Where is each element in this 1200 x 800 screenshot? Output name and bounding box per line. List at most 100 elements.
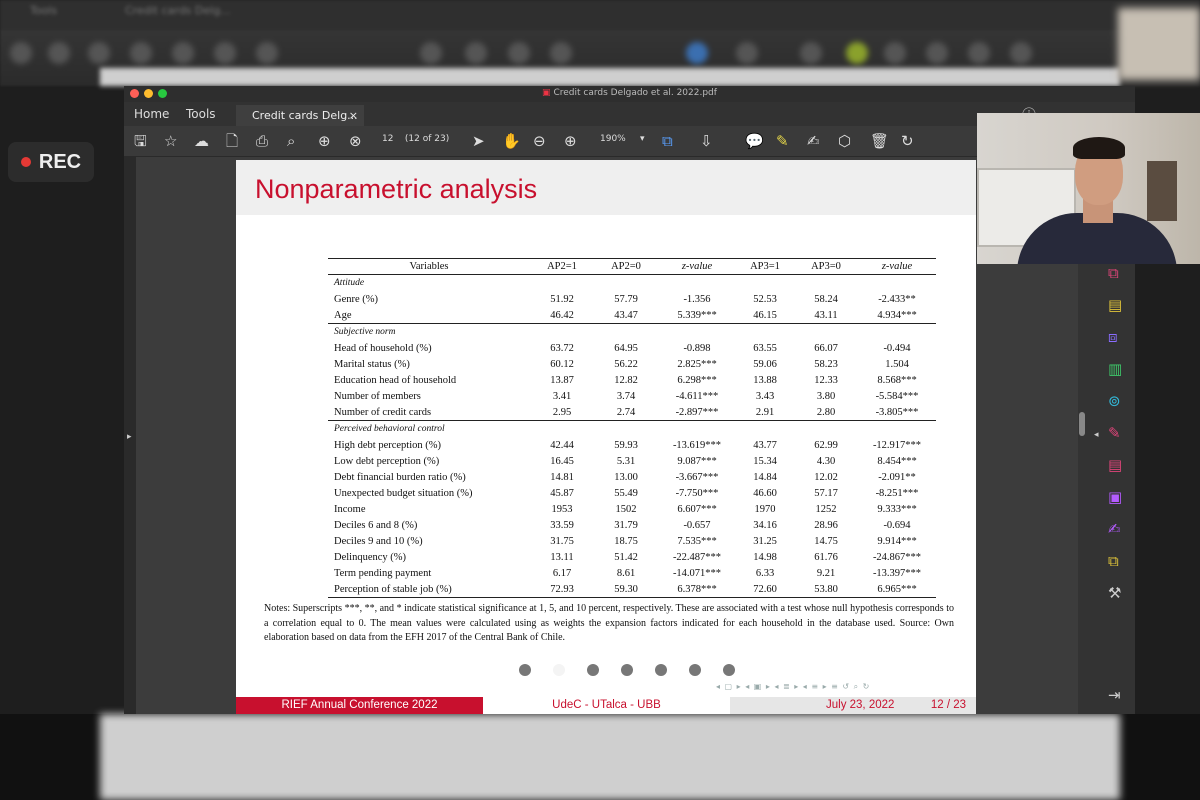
value-cell: 9.333*** (877, 503, 917, 515)
value-cell: 34.16 (753, 519, 777, 531)
beamer-navigation-icons[interactable]: ◂ ▢ ▸ ◂ ▣ ▸ ◂ ≣ ▸ ◂ ≡ ▸ ≡ ↺ ⌕ ↻ (716, 682, 870, 692)
value-cell: 72.60 (736, 581, 794, 598)
zoom-select[interactable]: 190% ▾ (600, 134, 645, 144)
fill-sign-icon[interactable]: ✎ (1108, 424, 1121, 442)
value-cell: 1.504 (885, 358, 909, 370)
slide-progress-dots (519, 664, 735, 676)
document-tab[interactable]: Credit cards Delg... × (236, 105, 364, 126)
highlight-icon[interactable]: ✎ (776, 132, 789, 150)
section-label: Perceived behavioral control (334, 424, 445, 434)
variable-cell: Unexpected budget situation (%) (334, 487, 473, 499)
variable-cell: Delinquency (%) (334, 551, 407, 563)
cloud-upload-icon[interactable]: ☁ (194, 132, 209, 150)
value-cell: 14.84 (753, 471, 777, 483)
organize-icon[interactable]: ⧈ (1108, 328, 1118, 346)
menu-home[interactable]: Home (134, 107, 169, 121)
compress-icon[interactable]: ⊚ (1108, 392, 1121, 410)
form-icon[interactable]: ▣ (1108, 488, 1122, 506)
page-up-icon[interactable]: ⊕ (318, 132, 331, 150)
protect-icon[interactable]: ⧉ (1108, 552, 1119, 570)
tab-close-icon[interactable]: × (349, 109, 358, 122)
variable-cell: High debt perception (%) (334, 439, 442, 451)
zoom-search-icon[interactable]: ⌕ (287, 132, 295, 150)
table-row: Number of credit cards 2.95 2.74 -2.897*** 2… (328, 404, 936, 421)
progress-dot (655, 664, 667, 676)
create-pdf-icon[interactable]: ▤ (1108, 456, 1122, 474)
value-cell: -7.750*** (675, 487, 719, 499)
value-cell: 9.21 (816, 567, 836, 579)
blurred-icon (465, 42, 487, 64)
section-label: Subjective norm (334, 327, 396, 337)
table-header: Variables (328, 258, 530, 275)
vertical-scrollbar[interactable] (1079, 412, 1085, 436)
results-table: Variables AP2=1 AP2=0 z-value AP3=1 AP3=… (328, 258, 936, 598)
left-panel-toggle[interactable]: ▸ (124, 156, 136, 714)
value-cell: 57.17 (814, 487, 838, 499)
blurred-icon (846, 42, 868, 64)
value-cell: 28.96 (814, 519, 838, 531)
hand-icon[interactable]: ✋ (502, 132, 521, 150)
blurred-icon (172, 42, 194, 64)
blurred-icon (508, 42, 530, 64)
value-cell: -2.897*** (658, 404, 736, 421)
value-cell: 3.41 (552, 390, 572, 402)
print-icon[interactable]: ⎙ (256, 132, 268, 150)
rec-badge: REC (8, 142, 94, 182)
stamp-icon[interactable]: ⬡ (838, 132, 851, 150)
value-cell: 63.55 (753, 342, 777, 354)
zoom-in-icon[interactable]: ⊕ (564, 132, 577, 150)
pdf-export-icon[interactable]: ⧉ (1108, 264, 1119, 282)
slide-title: Nonparametric analysis (255, 174, 538, 204)
zoom-out-icon[interactable]: ⊖ (533, 132, 546, 150)
value-cell: -3.667*** (675, 471, 719, 483)
page-number-input[interactable]: 12 (382, 134, 393, 144)
page-indicator[interactable]: 12 (12 of 23) (382, 134, 449, 144)
sign-icon[interactable]: ✍ (807, 132, 820, 150)
value-cell: -0.694 (883, 519, 911, 531)
save-icon[interactable]: 🖫 (134, 132, 147, 150)
table-section-row: Perceived behavioral control (328, 421, 936, 438)
menu-tools[interactable]: Tools (186, 107, 216, 121)
pdf-file-icon: ▣ (542, 88, 551, 98)
sign-icon[interactable]: ✍ (1108, 520, 1121, 538)
tools-icon[interactable]: ⚒ (1108, 584, 1121, 602)
table-row: Head of household (%) 63.72 64.95 -0.898 63.… (328, 340, 936, 356)
collapse-panel-icon[interactable]: ⇥ (1108, 686, 1121, 704)
record-dot-icon (20, 157, 31, 167)
value-cell: 72.93 (530, 581, 594, 598)
page-down-icon[interactable]: ⊗ (349, 132, 362, 150)
fit-icon[interactable]: ⧉ (662, 132, 673, 150)
value-cell: 63.72 (550, 342, 574, 354)
star-icon[interactable]: ☆ (164, 132, 177, 150)
value-cell: 57.79 (614, 293, 638, 305)
value-cell: 64.95 (614, 342, 638, 354)
trash-icon[interactable]: 🗑 (870, 132, 889, 150)
variable-cell: Marital status (%) (334, 358, 410, 370)
edit-icon[interactable]: ▥ (1108, 360, 1122, 378)
value-cell: -2.433** (878, 293, 916, 305)
variable-cell: Age (328, 307, 530, 324)
value-cell: 31.25 (753, 535, 777, 547)
cursor-icon[interactable]: ➤ (472, 132, 485, 150)
table-row: Unexpected budget situation (%) 45.87 55.4… (328, 485, 936, 501)
variable-cell: Head of household (%) (334, 342, 432, 354)
value-cell: 33.59 (550, 519, 574, 531)
file-icon[interactable]: 🗋 (226, 132, 238, 150)
value-cell: 6.965*** (858, 581, 936, 598)
chevron-left-icon[interactable]: ◂ (1094, 430, 1099, 440)
footer-date-page: July 23, 2022 12 / 23 (730, 697, 976, 714)
background-tab-tools: Tools (30, 4, 58, 17)
table-notes: Notes: Superscripts ***, **, and * indic… (264, 603, 954, 643)
blurred-icon (686, 42, 708, 64)
comment-icon[interactable]: ▤ (1108, 296, 1122, 314)
value-cell: 5.31 (616, 455, 636, 467)
value-cell: -4.611*** (675, 390, 719, 402)
value-cell: 43.11 (794, 307, 858, 324)
scroll-icon[interactable]: ⇩ (700, 132, 713, 150)
rotate-icon[interactable]: ↻ (901, 132, 914, 150)
value-cell: 3.43 (755, 390, 775, 402)
blurred-icon (214, 42, 236, 64)
comment-icon[interactable]: 💬 (745, 132, 764, 150)
value-cell: 46.60 (753, 487, 777, 499)
value-cell: 6.607*** (677, 503, 717, 515)
